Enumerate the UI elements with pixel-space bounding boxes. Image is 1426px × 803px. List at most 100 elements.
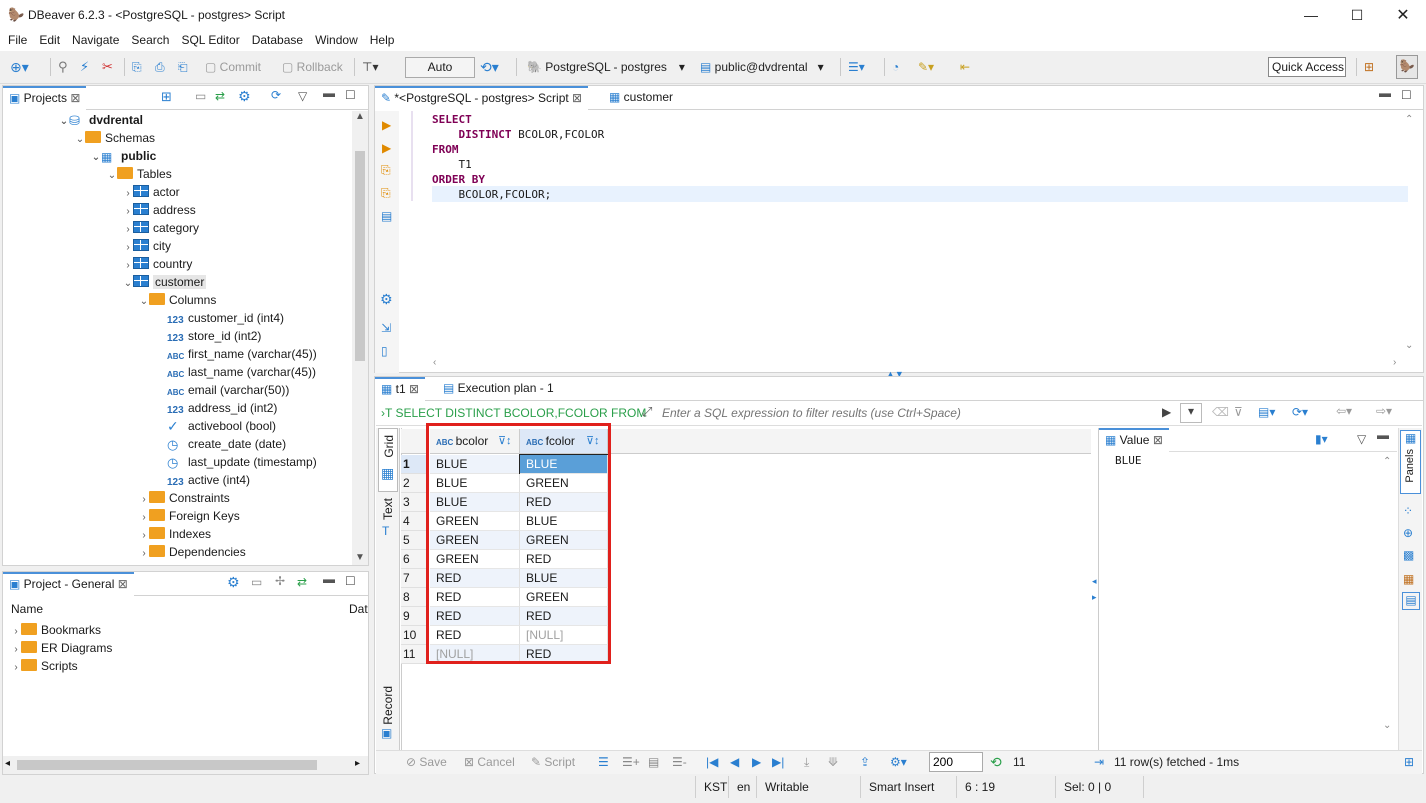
- tree-scrollbar[interactable]: ▲ ▼: [352, 111, 368, 565]
- new-project-icon[interactable]: ⊞: [161, 89, 172, 105]
- scroll-down-icon[interactable]: ⌄: [1383, 720, 1391, 731]
- minimize-icon[interactable]: ▬: [323, 86, 335, 100]
- row-number[interactable]: 7: [401, 569, 429, 588]
- grouping-icon[interactable]: ▩: [1403, 548, 1414, 562]
- menu-help[interactable]: Help: [364, 31, 401, 47]
- close-icon[interactable]: ⊠: [1153, 433, 1163, 447]
- history-icon[interactable]: ⟲▾: [480, 57, 499, 77]
- record-tab[interactable]: Record ▣: [378, 684, 398, 744]
- metadata-icon[interactable]: ⁘: [1403, 504, 1413, 518]
- column-header-name[interactable]: Name: [11, 602, 43, 616]
- scrollbar-thumb[interactable]: [355, 151, 365, 361]
- sql-line-5[interactable]: ORDER BY: [432, 172, 485, 187]
- tree-item-active[interactable]: 123 active (int4): [167, 471, 250, 489]
- scroll-down-icon[interactable]: ▼: [355, 552, 365, 563]
- text-tab[interactable]: Text T: [378, 494, 398, 544]
- first-page-icon[interactable]: |◀: [706, 752, 718, 772]
- tree-item-address-id[interactable]: 123 address_id (int2): [167, 399, 277, 417]
- quick-access-input[interactable]: Quick Access: [1268, 57, 1346, 77]
- reconnect-icon[interactable]: ⚡: [80, 57, 89, 77]
- pending-transactions-icon[interactable]: ⎗: [178, 57, 188, 77]
- tree-item-public[interactable]: ⌄▦ public: [91, 147, 157, 165]
- menu-window[interactable]: Window: [309, 31, 364, 47]
- view-menu-icon[interactable]: ▽: [1357, 432, 1366, 446]
- connect-icon[interactable]: ⚲: [58, 57, 68, 77]
- rollback-button[interactable]: ▢ Rollback: [282, 57, 343, 77]
- tab-t1[interactable]: ▦ t1 ⊠: [375, 377, 426, 401]
- settings-icon[interactable]: ⚙: [380, 291, 393, 308]
- tree-item-schemas[interactable]: ⌄ Schemas: [75, 129, 155, 147]
- export-icon[interactable]: ⇪: [860, 752, 870, 772]
- settings-icon[interactable]: ⚙: [238, 88, 251, 105]
- edit-row-icon[interactable]: ☰: [598, 752, 609, 772]
- row-number[interactable]: 3: [401, 493, 429, 512]
- aggregate-icon[interactable]: ⊕: [1403, 526, 1413, 540]
- tab-projects[interactable]: ▣ Projects ⊠: [3, 86, 87, 110]
- link-editor-icon[interactable]: ⇄: [215, 89, 225, 103]
- link-editor-icon[interactable]: ⇄: [297, 575, 307, 589]
- transaction-log-icon[interactable]: ⎙: [155, 57, 165, 77]
- menu-search[interactable]: Search: [125, 31, 175, 47]
- tree-item-customer-id[interactable]: 123 customer_id (int4): [167, 309, 284, 327]
- scroll-up-icon[interactable]: ▲: [355, 111, 365, 122]
- expand-panel-icon[interactable]: ⊞: [1404, 752, 1414, 772]
- row-number[interactable]: 11: [401, 645, 429, 664]
- sql-line-2[interactable]: DISTINCT BCOLOR,FCOLOR: [432, 127, 604, 142]
- maximize-icon[interactable]: ☐: [345, 574, 356, 588]
- explain-plan-icon[interactable]: ▤: [381, 209, 392, 223]
- close-icon[interactable]: ⊠: [118, 577, 128, 591]
- tree-item-scripts[interactable]: › Scripts: [11, 657, 78, 675]
- tab-script[interactable]: ✎ *<PostgreSQL - postgres> Script ⊠: [375, 86, 589, 110]
- expand-filter-icon[interactable]: ⤢: [642, 404, 652, 420]
- connection-selector[interactable]: 🐘 PostgreSQL - postgres ▾: [527, 57, 685, 77]
- settings-icon[interactable]: ⚙: [227, 574, 240, 591]
- tree-item-indexes[interactable]: › Indexes: [139, 525, 211, 543]
- tree-item-bookmarks[interactable]: › Bookmarks: [11, 621, 101, 639]
- minimize-icon[interactable]: ▬: [1377, 428, 1389, 442]
- value-view-icon[interactable]: ▤: [1402, 592, 1420, 610]
- sql-line-3[interactable]: FROM: [432, 142, 459, 157]
- schema-selector[interactable]: ▤ public@dvdrental ▾: [700, 57, 824, 77]
- execute-statement-icon[interactable]: ▶: [382, 118, 391, 132]
- calc-icon[interactable]: ▦: [1403, 572, 1414, 586]
- filter-input[interactable]: [662, 403, 1202, 423]
- tools-icon[interactable]: ✎▾: [918, 57, 934, 77]
- tree-item-email[interactable]: ABC email (varchar(50)): [167, 381, 289, 399]
- tree-item-foreign-keys[interactable]: › Foreign Keys: [139, 507, 240, 525]
- fetch-size-input[interactable]: [929, 752, 983, 772]
- tree-item-dvdrental[interactable]: ⌄⛁ dvdrental: [59, 111, 143, 129]
- scroll-up-icon[interactable]: ⌃: [1383, 456, 1391, 467]
- panel-splitter-icon[interactable]: ◂: [1092, 576, 1097, 587]
- last-page-icon[interactable]: ▶|: [772, 752, 784, 772]
- save-button[interactable]: ⊘ Save: [406, 752, 447, 772]
- tree-item-city[interactable]: › city: [123, 237, 171, 255]
- script-button[interactable]: ✎ Script: [531, 752, 575, 772]
- tree-item-last-update[interactable]: ◷ last_update (timestamp): [167, 453, 317, 471]
- tab-project-general[interactable]: ▣ Project - General ⊠: [3, 572, 134, 596]
- row-number[interactable]: 6: [401, 550, 429, 569]
- scroll-left-icon[interactable]: ◂: [5, 758, 10, 769]
- tree-item-actor[interactable]: › actor: [123, 183, 180, 201]
- menu-database[interactable]: Database: [246, 31, 309, 47]
- copy-row-icon[interactable]: ▤: [648, 752, 659, 772]
- sql-line-6[interactable]: BCOLOR,FCOLOR;: [432, 187, 551, 202]
- tree-item-dependencies[interactable]: › Dependencies: [139, 543, 246, 561]
- tree-item-columns[interactable]: ⌄ Columns: [139, 291, 216, 309]
- tree-item-first-name[interactable]: ABC first_name (varchar(45)): [167, 345, 317, 363]
- scroll-down-icon[interactable]: ⌄: [1405, 340, 1413, 351]
- maximize-icon[interactable]: ☐: [1401, 88, 1412, 102]
- fetch-all-icon[interactable]: ⟱: [828, 752, 838, 772]
- fetch-next-icon[interactable]: ⤓: [804, 752, 809, 772]
- commit-mode-selector[interactable]: Auto: [405, 57, 475, 78]
- panel-splitter-icon[interactable]: ▸: [1092, 592, 1097, 603]
- transaction-icon[interactable]: ⎘: [132, 57, 142, 77]
- save-filter-icon[interactable]: ▤▾: [1258, 405, 1275, 419]
- execute-script-new-tab-icon[interactable]: ⎘: [381, 186, 391, 201]
- panels-toggle[interactable]: ▦ Panels: [1400, 430, 1421, 494]
- dashboard-icon[interactable]: ◔: [892, 57, 899, 77]
- new-script-icon[interactable]: ▯: [381, 344, 388, 358]
- close-icon[interactable]: ⊠: [70, 91, 80, 105]
- forward-icon[interactable]: ⇨▾: [1376, 404, 1392, 418]
- row-number[interactable]: 5: [401, 531, 429, 550]
- menu-navigate[interactable]: Navigate: [66, 31, 125, 47]
